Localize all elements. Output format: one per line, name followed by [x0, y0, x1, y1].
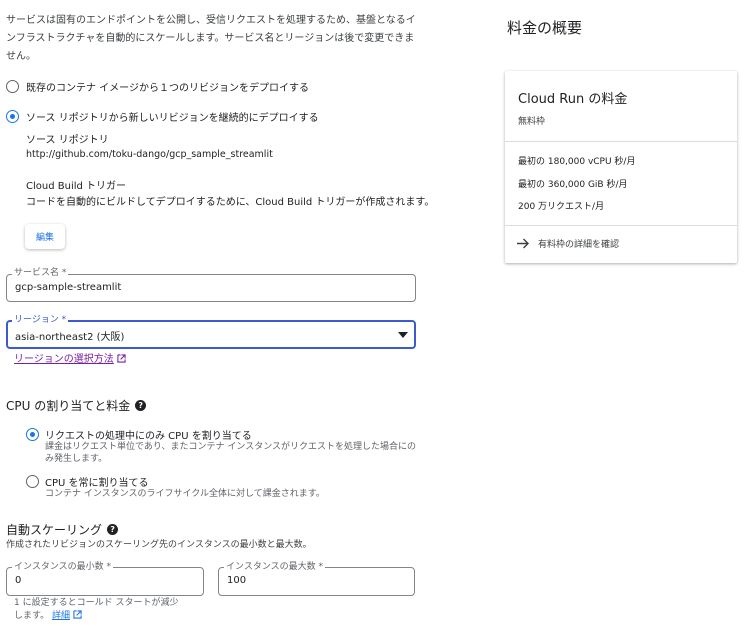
- pricing-card-subtitle: 無料枠: [518, 117, 546, 127]
- autoscaling-description: 作成されたリビジョンのスケーリング先のインスタンスの最小数と最大数。: [6, 540, 312, 550]
- pricing-line-requests: 200 万リクエスト/月: [518, 202, 605, 212]
- cpu-option-always-desc: コンテナ インスタンスのライフサイクル全体に対して課金されます。: [45, 489, 325, 499]
- autoscaling-details-link-text: 詳細: [51, 611, 70, 621]
- edit-button[interactable]: 編集: [25, 224, 65, 249]
- deploy-option-existing-image-label: 既存のコンテナ イメージから１つのリビジョンをデプロイする: [26, 83, 309, 94]
- region-value: asia-northeast2 (大阪): [15, 332, 125, 343]
- source-repo-url: http://github.com/toku-dango/gcp_sample_…: [26, 149, 273, 160]
- deploy-option-existing-image[interactable]: 既存のコンテナ イメージから１つのリビジョンをデプロイする: [6, 79, 406, 95]
- service-name-field[interactable]: gcp-sample-streamlit: [6, 274, 416, 302]
- deploy-option-source-repo-label: ソース リポジトリから新しいリビジョンを継続的にデプロイする: [26, 113, 319, 124]
- pricing-line-memory: 最初の 360,000 GiB 秒/月: [518, 180, 628, 190]
- source-repo-title: ソース リポジトリ: [26, 135, 109, 146]
- radio-button-unchecked[interactable]: [26, 475, 39, 488]
- max-instances-label: インスタンスの最大数 *: [224, 562, 326, 572]
- autoscaling-heading: 自動スケーリング ?: [6, 521, 119, 538]
- dropdown-arrow-icon: [398, 332, 408, 338]
- arrow-right-icon: [517, 238, 529, 249]
- autoscaling-title: 自動スケーリング: [6, 523, 103, 537]
- open-in-new-icon: [73, 610, 82, 619]
- pricing-details-link[interactable]: 有料枠の詳細を確認: [517, 237, 619, 250]
- pricing-line-vcpu: 最初の 180,000 vCPU 秒/月: [518, 157, 636, 167]
- deploy-option-source-repo[interactable]: ソース リポジトリから新しいリビジョンを継続的にデプロイする: [6, 109, 406, 125]
- max-instances-value: 100: [227, 575, 247, 586]
- cloud-build-title: Cloud Build トリガー: [26, 181, 127, 192]
- region-help-link-text: リージョンの選択方法: [14, 354, 114, 365]
- intro-text: サービスは固有のエンドポイントを公開し、受信リクエストを処理するため、基盤となる…: [6, 15, 416, 62]
- min-instances-value: 0: [15, 575, 22, 586]
- service-name-label: サービス名 *: [12, 268, 69, 278]
- radio-button-unchecked[interactable]: [6, 80, 19, 93]
- cpu-section-title: CPU の割り当てと料金: [6, 399, 131, 413]
- radio-button-checked[interactable]: [26, 428, 39, 441]
- pricing-details-link-text: 有料枠の詳細を確認: [538, 240, 620, 250]
- divider: [505, 225, 737, 226]
- open-in-new-icon: [117, 354, 126, 363]
- region-label: リージョン *: [12, 315, 69, 325]
- cpu-section-heading: CPU の割り当てと料金 ?: [6, 397, 147, 414]
- service-name-value: gcp-sample-streamlit: [15, 282, 122, 293]
- autoscaling-details-link[interactable]: 詳細: [51, 610, 82, 621]
- radio-button-checked[interactable]: [6, 110, 19, 123]
- help-icon[interactable]: ?: [107, 524, 119, 535]
- min-instances-label: インスタンスの最小数 *: [12, 562, 114, 572]
- pricing-card-title: Cloud Run の料金: [518, 92, 628, 107]
- autoscaling-hint: 1 に設定するとコールド スタートが減少します。 詳細: [14, 597, 186, 623]
- cpu-option-always-label: CPU を常に割り当てる: [45, 478, 149, 489]
- cpu-option-request-only-label: リクエストの処理中にのみ CPU を割り当てる: [45, 431, 252, 442]
- help-icon[interactable]: ?: [135, 400, 147, 411]
- divider: [505, 141, 737, 142]
- autoscaling-hint-text: 1 に設定するとコールド スタートが減少します。: [14, 598, 179, 621]
- pricing-heading: 料金の概要: [507, 19, 583, 37]
- region-help-link[interactable]: リージョンの選択方法: [14, 350, 126, 365]
- pricing-card: Cloud Run の料金 無料枠 最初の 180,000 vCPU 秒/月 最…: [505, 71, 737, 263]
- cpu-option-request-only-desc: 課金はリクエスト単位であり、またコンテナ インスタンスがリクエストを処理した場合…: [45, 442, 417, 464]
- cloud-build-description: コードを自動的にビルドしてデプロイするために、Cloud Build トリガーが…: [26, 197, 435, 208]
